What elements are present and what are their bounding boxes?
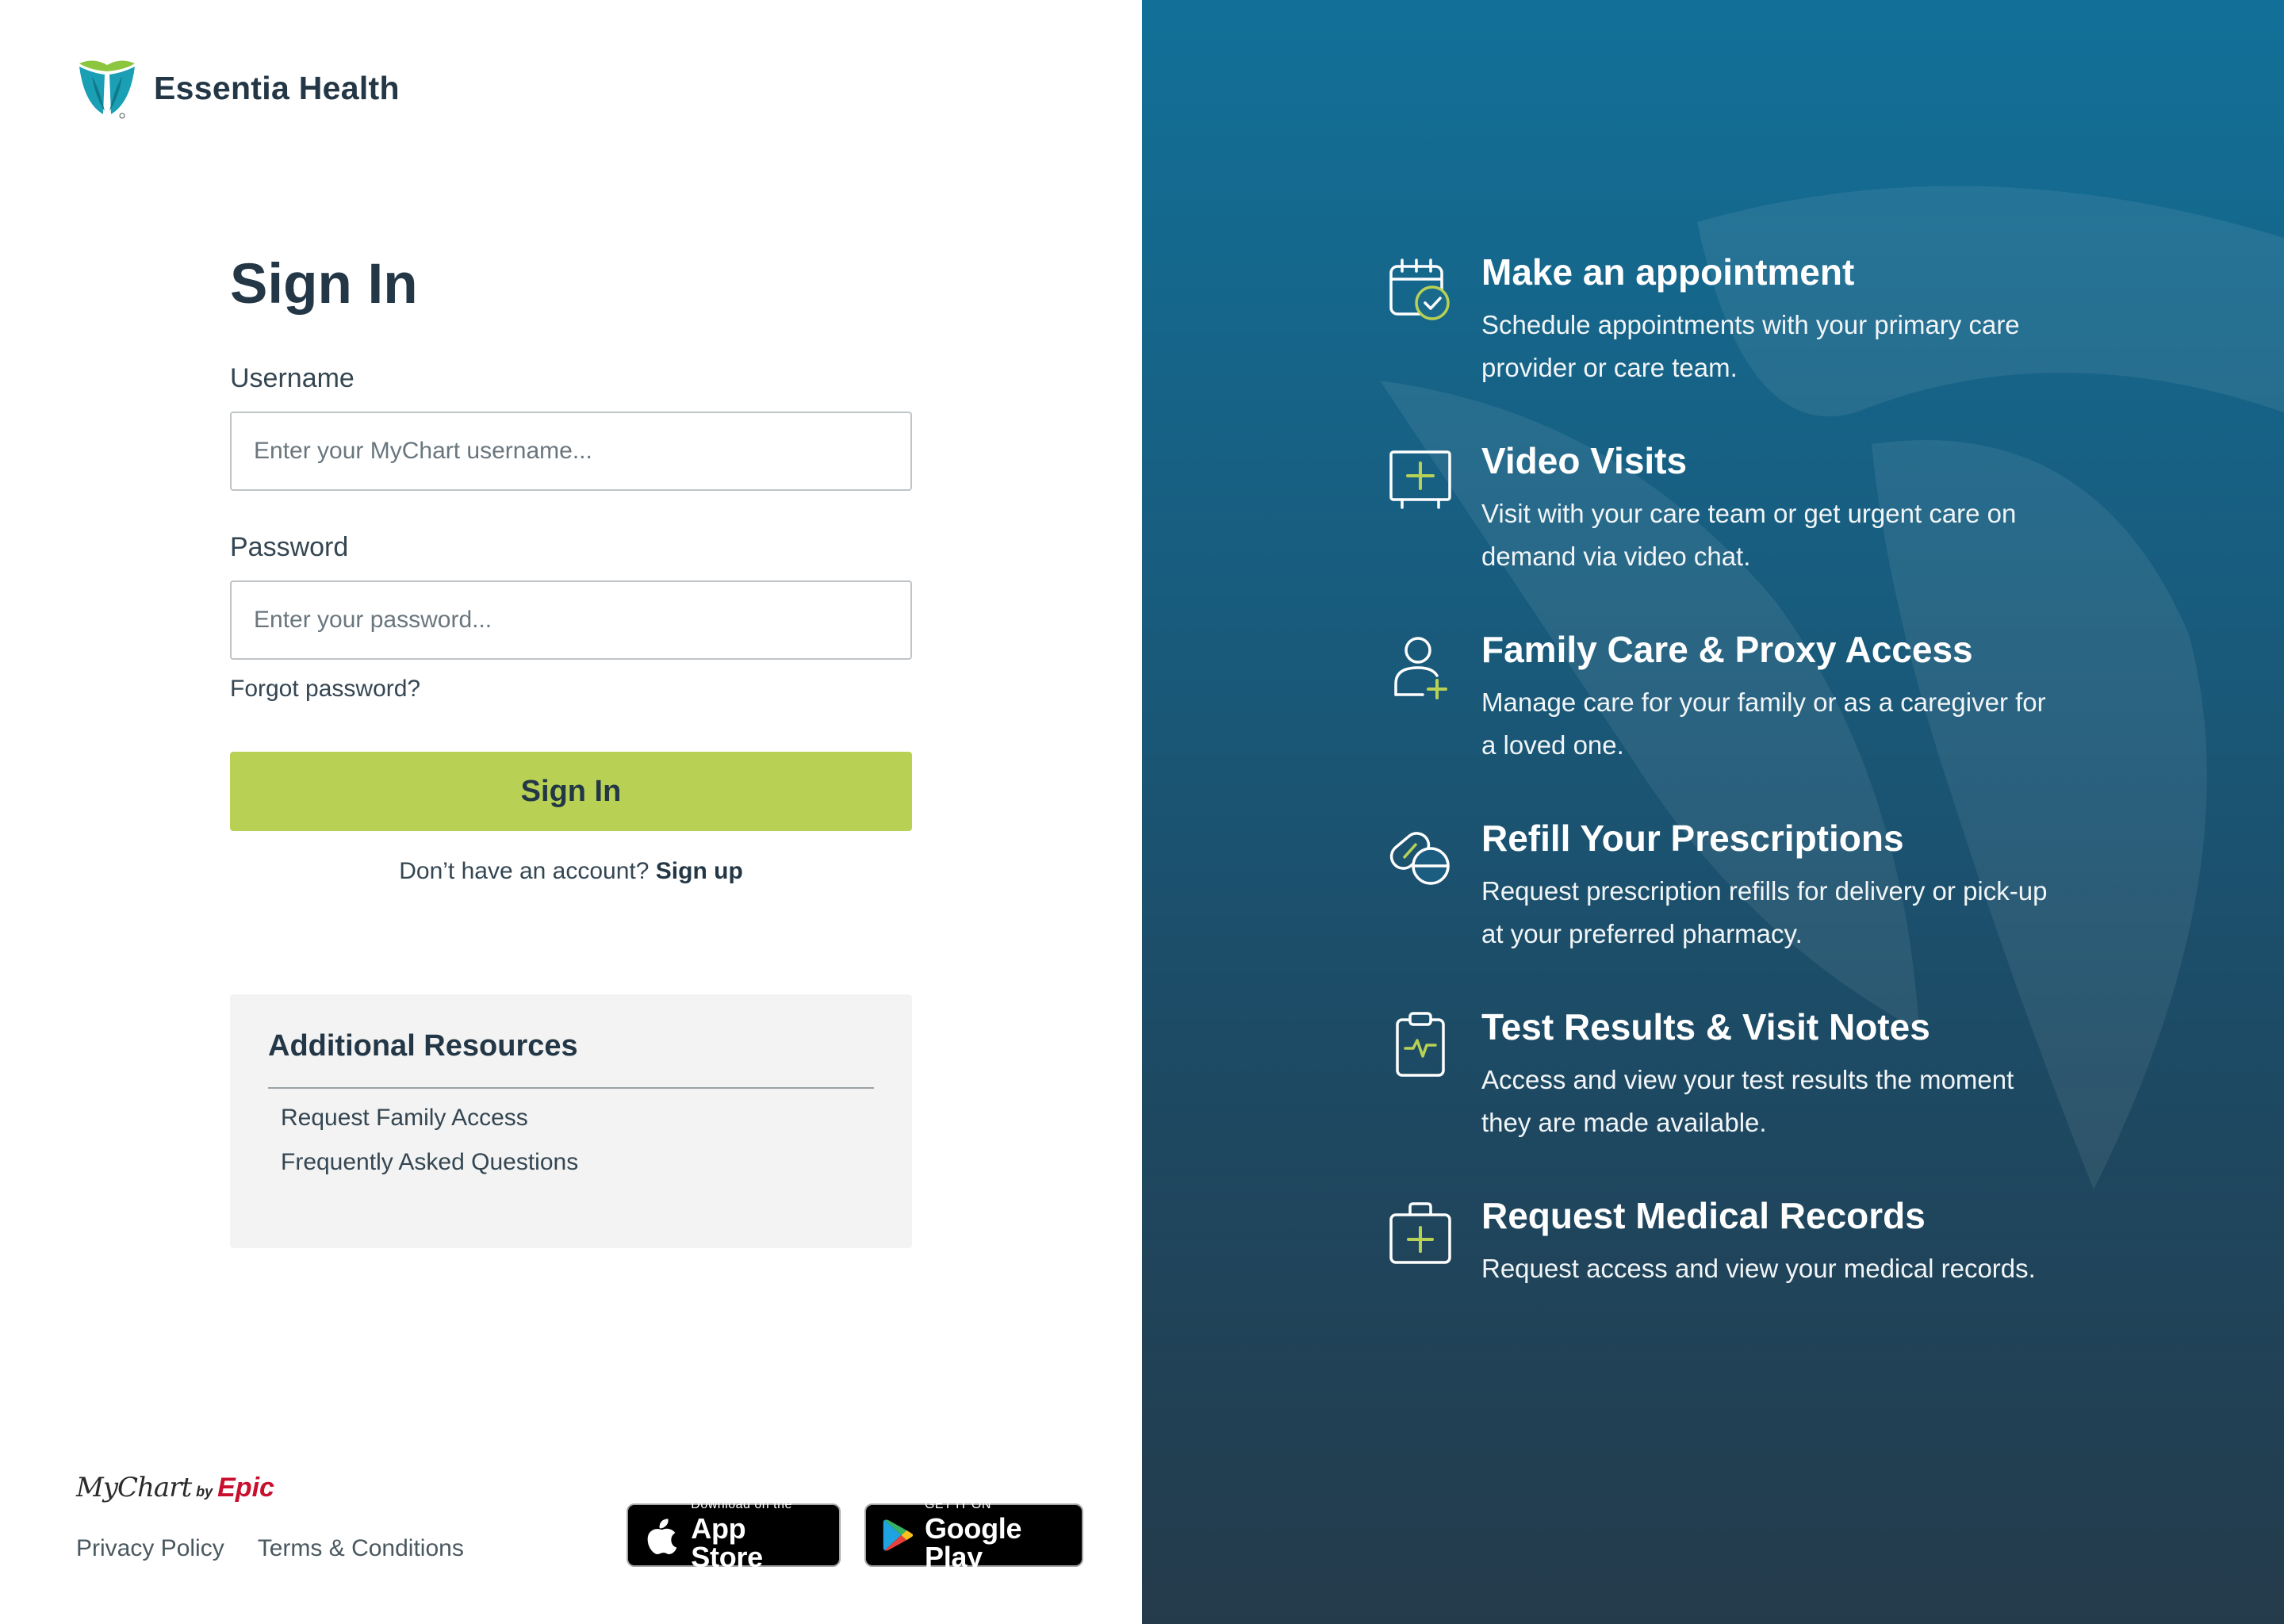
feature-title: Refill Your Prescriptions [1481, 818, 1904, 859]
feature-item-video-visits: Video Visits Visit with your care team o… [1386, 441, 2100, 630]
features-panel: Make an appointment Schedule appointment… [1142, 0, 2284, 1624]
feature-description: Schedule appointments with your primary … [1481, 309, 2020, 382]
app-store-badges: Download on the App Store GET IT ON Goog… [627, 1499, 1083, 1572]
sign-in-form: Sign In Username Password Forgot passwor… [230, 253, 912, 885]
footer: MyChart by Epic Privacy Policy Terms & C… [76, 1472, 1083, 1583]
footer-links: Privacy Policy Terms & Conditions [76, 1535, 464, 1562]
terms-conditions-link[interactable]: Terms & Conditions [258, 1535, 464, 1562]
video-visit-icon [1389, 450, 1451, 509]
feature-title: Request Medical Records [1481, 1195, 1926, 1236]
resources-list: Request Family Access Frequently Asked Q… [268, 1105, 874, 1176]
no-account-text: Don’t have an account? [399, 858, 650, 885]
epic-logo-text: Epic [217, 1473, 274, 1503]
app-store-badge[interactable]: Download on the App Store [627, 1499, 841, 1572]
feature-item-medical-records: Request Medical Records Request access a… [1386, 1196, 2100, 1385]
resource-link-faq[interactable]: Frequently Asked Questions [281, 1149, 874, 1176]
feature-title: Make an appointment [1481, 251, 1855, 293]
feature-item-test-results: Test Results & Visit Notes Access and vi… [1386, 1007, 2100, 1196]
feature-description: Access and view your test results the mo… [1481, 1064, 2014, 1137]
feature-description: Request access and view your medical rec… [1481, 1253, 2036, 1283]
mychart-logo-text: MyChart [76, 1472, 192, 1503]
password-label: Password [230, 532, 349, 563]
brand-name: Essentia Health [154, 69, 400, 106]
feature-description: Request prescription refills for deliver… [1481, 875, 2048, 948]
feature-title: Family Care & Proxy Access [1481, 629, 1973, 670]
privacy-policy-link[interactable]: Privacy Policy [76, 1535, 224, 1562]
feature-item-appointment: Make an appointment Schedule appointment… [1386, 252, 2100, 441]
app-store-small-text: Download on the [691, 1498, 792, 1511]
page-title: Sign In [230, 253, 418, 316]
app-store-big-text: App Store [691, 1512, 763, 1573]
apple-icon [647, 1519, 677, 1554]
mychart-epic-logo: MyChart by Epic [76, 1472, 274, 1503]
username-input[interactable] [230, 412, 912, 492]
mychart-by-text: by [196, 1484, 213, 1500]
features-list: Make an appointment Schedule appointment… [1386, 252, 2100, 1385]
sign-in-button[interactable]: Sign In [230, 752, 912, 832]
google-play-icon [883, 1519, 914, 1551]
resource-link-request-family-access[interactable]: Request Family Access [281, 1105, 874, 1132]
username-label: Username [230, 363, 354, 394]
sign-in-panel: Essentia Health Sign In Username Passwor… [0, 0, 1142, 1624]
feature-description: Manage care for your family or as a care… [1481, 687, 2046, 760]
feature-title: Video Visits [1481, 440, 1688, 481]
pills-icon [1389, 832, 1450, 885]
signup-row: Don’t have an account? Sign up [230, 858, 912, 885]
google-play-big-text: Google Play [924, 1512, 1022, 1573]
password-input[interactable] [230, 580, 912, 661]
resources-title: Additional Resources [268, 1029, 874, 1089]
google-play-badge[interactable]: GET IT ON Google Play [864, 1499, 1083, 1572]
clipboard-pulse-icon [1396, 1012, 1445, 1077]
feature-item-prescriptions: Refill Your Prescriptions Request prescr… [1386, 818, 2100, 1007]
feature-description: Visit with your care team or get urgent … [1481, 498, 2017, 571]
additional-resources-box: Additional Resources Request Family Acce… [230, 994, 912, 1248]
feature-title: Test Results & Visit Notes [1481, 1006, 1930, 1048]
sign-up-link[interactable]: Sign up [656, 858, 743, 884]
feature-item-family-care: Family Care & Proxy Access Manage care f… [1386, 630, 2100, 818]
medical-kit-icon [1389, 1202, 1451, 1264]
forgot-password-link[interactable]: Forgot password? [230, 676, 420, 703]
brand-header[interactable]: Essentia Health [76, 56, 400, 121]
google-play-small-text: GET IT ON [924, 1498, 991, 1511]
page: Essentia Health Sign In Username Passwor… [0, 0, 2284, 1624]
person-add-icon [1394, 637, 1447, 699]
calendar-check-icon [1389, 259, 1450, 320]
essentia-leaf-logo-icon [79, 60, 135, 119]
